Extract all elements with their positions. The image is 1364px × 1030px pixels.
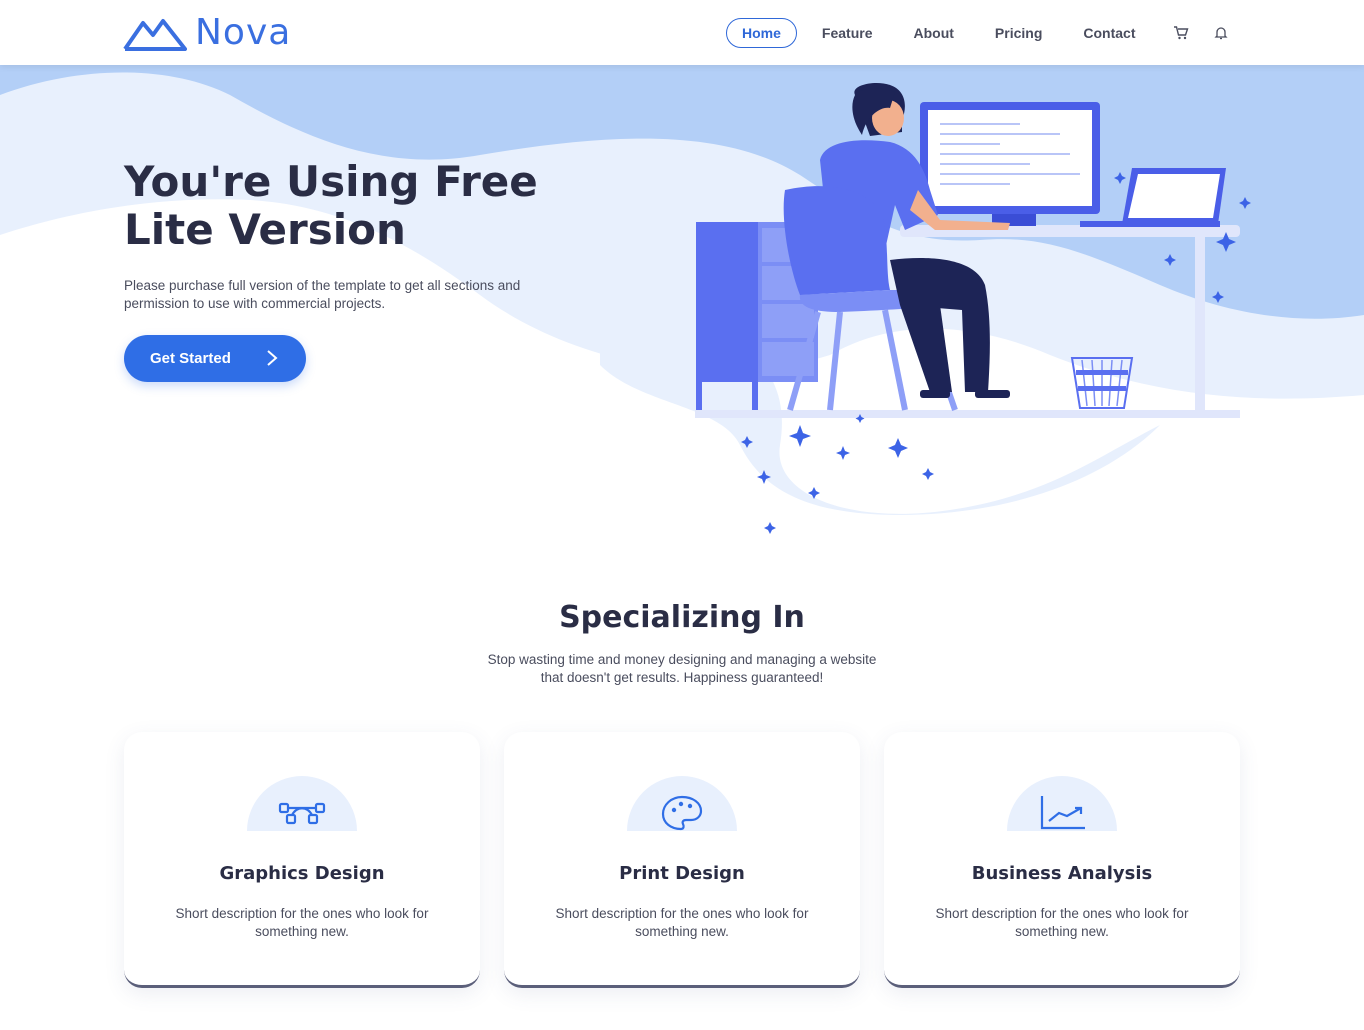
service-card-print[interactable]: Print Design Short description for the o… xyxy=(504,732,860,988)
card-description: Short description for the ones who look … xyxy=(175,906,429,939)
hero-title: You're Using Free Lite Version xyxy=(124,158,624,254)
nav-feature[interactable]: Feature xyxy=(806,18,889,48)
get-started-button[interactable]: Get Started xyxy=(124,335,306,382)
card-title: Business Analysis xyxy=(971,863,1153,884)
section-subtitle: Stop wasting time and money designing an… xyxy=(487,652,877,685)
get-started-label: Get Started xyxy=(150,350,231,367)
top-navbar: Nova Home Feature About Pricing Contact xyxy=(0,0,1364,65)
cart-icon[interactable] xyxy=(1169,18,1193,48)
palette-icon xyxy=(627,776,737,831)
service-card-business[interactable]: Business Analysis Short description for … xyxy=(884,732,1240,988)
main-nav: Home Feature About Pricing Contact xyxy=(726,18,1241,48)
chevron-right-icon xyxy=(267,350,278,366)
hero-title-line1: You're Using Free xyxy=(124,157,538,206)
vector-nodes-icon xyxy=(247,776,357,831)
nav-about[interactable]: About xyxy=(897,18,969,48)
nav-pricing[interactable]: Pricing xyxy=(979,18,1058,48)
card-description: Short description for the ones who look … xyxy=(555,906,809,939)
section-title: Specializing In xyxy=(559,600,805,635)
service-card-graphics[interactable]: Graphics Design Short description for th… xyxy=(124,732,480,988)
card-title: Print Design xyxy=(619,863,745,884)
growth-chart-icon xyxy=(1007,776,1117,831)
nav-home[interactable]: Home xyxy=(726,18,797,48)
card-description: Short description for the ones who look … xyxy=(935,906,1189,939)
brand-name: Nova xyxy=(195,12,292,53)
bell-icon[interactable] xyxy=(1209,18,1233,48)
developer-desk-illustration xyxy=(695,83,1251,534)
hero-subtitle: Please purchase full version of the temp… xyxy=(124,278,521,311)
mountain-logo-icon xyxy=(123,18,187,51)
card-title: Graphics Design xyxy=(219,863,385,884)
nav-contact[interactable]: Contact xyxy=(1067,18,1151,48)
brand-logo[interactable]: Nova xyxy=(123,12,291,53)
hero-title-line2: Lite Version xyxy=(124,205,406,254)
